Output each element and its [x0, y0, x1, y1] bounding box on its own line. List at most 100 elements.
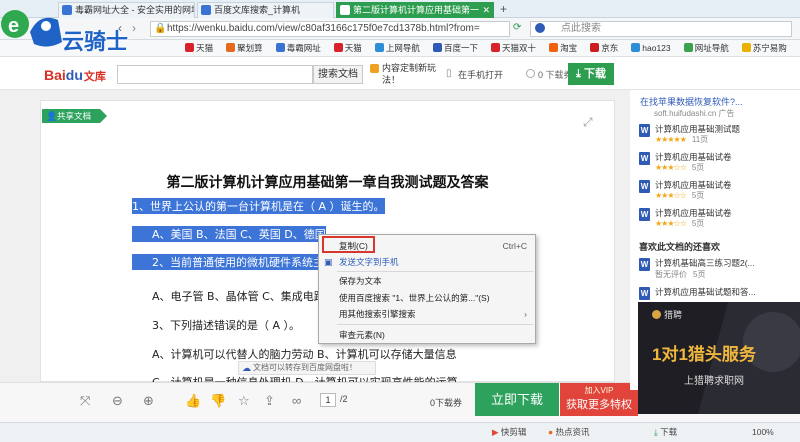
menu-item-inspect[interactable]: 审查元素(N) [319, 328, 535, 342]
doc-line[interactable]: 1、世界上公认的第一台计算机是在（ A ）诞生的。 [132, 198, 385, 214]
liked-doc-title[interactable]: 计算机基础高三练习题2(... [655, 257, 755, 269]
star-rating-icon: ★★★☆☆ [655, 191, 687, 200]
bookmark-item[interactable]: 京东 [590, 40, 618, 56]
duba-icon [275, 43, 285, 52]
share-icon[interactable]: ⇪ [264, 393, 275, 409]
url-text: https://wenku.baidu.com/view/c80af3166c1… [167, 23, 480, 34]
ad-headline: 1对1猎头服务 [652, 345, 756, 364]
doc-line[interactable]: C、计算机是一种信息处理机 D、计算机可以实现高性能的运算 [152, 374, 458, 382]
bookmark-label: 网址导航 [694, 43, 729, 53]
doc-line[interactable]: A、计算机可以代替人的脑力劳动 B、计算机可以存储大量信息 [152, 346, 457, 362]
zoom-out-icon[interactable]: ⊖ [112, 393, 123, 409]
open-in-phone-link[interactable]: ▯ 在手机打开 [446, 68, 503, 81]
bookmark-item[interactable]: 苏宁易购 [741, 40, 787, 56]
menu-separator [337, 271, 533, 272]
ad-url: soft.huifudashi.cn 广告 [654, 109, 735, 118]
paw-icon [201, 5, 211, 15]
doc-rating: ★★★☆☆ 5页 [655, 219, 705, 228]
link-icon[interactable]: ∞ [292, 393, 301, 408]
star-icon[interactable]: ☆ [238, 393, 250, 409]
tmall-icon [491, 43, 501, 52]
baidu-icon [432, 43, 442, 52]
share-tag: 👤 共享文档 [42, 109, 107, 123]
join-vip-button[interactable]: 加入VIP 获取更多特权 [560, 383, 638, 416]
bookmark-label: 毒霸网址 [286, 43, 321, 53]
zoom-level[interactable]: 100% [752, 423, 774, 442]
menu-item-save-text[interactable]: 保存为文本 [319, 274, 535, 288]
star-rating-icon: ★★★★★ [655, 135, 687, 144]
coupon-count: 0 下载券 [526, 68, 573, 81]
doc-rating: ★★★☆☆ 5页 [655, 163, 705, 172]
search-input[interactable]: 点此搜索 [530, 21, 792, 37]
hao123-icon [631, 43, 641, 52]
close-tab-icon[interactable]: ✕ [482, 3, 490, 17]
tmall-icon [333, 43, 343, 52]
reload-icon[interactable]: ⟳ [513, 22, 521, 33]
bookmark-item[interactable]: 聚划算 [226, 40, 263, 56]
doc-line[interactable]: 3、下列描述错误的是（ A ）。 [152, 317, 300, 333]
coupon-count: 0下载券 [430, 398, 463, 408]
liked-doc-title[interactable]: 计算机应用基础试题和答... [655, 286, 756, 298]
doc-line[interactable]: A、美国 B、法国 C、英国 D、德国 [132, 226, 326, 242]
menu-item-other-search[interactable]: 用其他搜索引擎搜索 › [319, 307, 535, 321]
download-now-button[interactable]: 立即下载 [475, 383, 559, 416]
bookmark-label: 天猫 [344, 43, 362, 53]
tab-document[interactable]: 第二版计算机计算应用基础第一 ✕ [336, 2, 494, 18]
tab-label: 第二版计算机计算应用基础第一 [353, 5, 480, 15]
doc-line[interactable]: A、电子管 B、晶体管 C、集成电路 D [152, 288, 337, 304]
new-tab-button[interactable]: + [500, 2, 507, 16]
word-doc-icon: W [639, 152, 650, 165]
yunqishi-logo: e 云骑士 [0, 2, 190, 58]
bookmark-label: 天猫 [196, 43, 214, 53]
liepin-ad[interactable]: 猎聘 1对1猎头服务 上猎聘求职网 [638, 302, 800, 414]
search-documents-button[interactable]: 搜索文档 [313, 65, 363, 84]
wenku-header: Baidu文库 搜索文档 内容定制新玩法！ ▯ 在手机打开 0 下载券 [0, 58, 800, 90]
bookmark-item[interactable]: hao123 [631, 40, 671, 56]
word-doc-icon: W [639, 258, 650, 271]
bookmark-label: hao123 [642, 43, 671, 53]
header-download-button[interactable]: ⤓ 下载 [568, 63, 614, 85]
status-item-kuaijianji[interactable]: ▶ 快剪辑 [492, 423, 526, 442]
wenku-search-input[interactable] [117, 65, 313, 84]
ad-brand: 猎聘 [652, 308, 682, 321]
star-rating-icon: ★★★☆☆ [655, 163, 687, 172]
fullscreen-icon[interactable]: ⤢ [583, 115, 593, 130]
bookmark-item[interactable]: 天猫 [333, 40, 362, 56]
thumbs-up-icon[interactable]: 👍 [185, 393, 201, 409]
promo-link[interactable]: 内容定制新玩法！ [370, 62, 440, 86]
doc-line[interactable]: 2、当前普通使用的微机硬件系统主要由 [132, 254, 346, 270]
ad-title[interactable]: 在找苹果数据恢复软件?... [640, 95, 743, 108]
menu-item-send-to-phone[interactable]: ▣ 发送文字到手机 [319, 255, 535, 269]
bookmark-item[interactable]: 百度一下 [432, 40, 478, 56]
bookmark-item[interactable]: 天猫双十 [491, 40, 536, 56]
search-placeholder: 点此搜索 [561, 23, 601, 34]
coupon-icon [526, 69, 535, 78]
taobao-icon [549, 43, 559, 52]
svg-text:e: e [8, 15, 19, 37]
copy-highlight-box [322, 236, 375, 253]
bookmark-label: 天猫双十 [502, 43, 537, 53]
bookmark-label: 京东 [601, 43, 619, 53]
fullscreen-icon[interactable]: ⤧ [80, 393, 90, 409]
page-number-input[interactable]: 1 [320, 393, 336, 407]
ad-subtitle: 上猎聘求职网 [684, 376, 744, 387]
status-item-download[interactable]: ⤓ 下载 [654, 423, 677, 442]
tab-wenku-search[interactable]: 百度文库搜索_计算机 [197, 2, 334, 18]
address-bar[interactable]: 🔒 https://wenku.baidu.com/view/c80af3166… [150, 21, 510, 37]
bookmark-item[interactable]: 网址导航 [683, 40, 729, 56]
bookmark-item[interactable]: 毒霸网址 [275, 40, 321, 56]
thumbs-down-icon[interactable]: 👎 [210, 393, 226, 409]
scrollbar[interactable] [621, 90, 629, 382]
status-item-news[interactable]: ● 热点资讯 [548, 423, 590, 442]
bookmark-item[interactable]: 上网导航 [374, 40, 420, 56]
netdisk-toast[interactable]: ☁ 文档可以转存到百度网盘啦！ [238, 361, 376, 375]
menu-item-baidu-search[interactable]: 使用百度搜索 "1、世界上公认的第..."(S) [319, 291, 535, 305]
bookmark-item[interactable]: 淘宝 [549, 40, 577, 56]
baidu-wenku-logo[interactable]: Baidu文库 [44, 67, 106, 84]
tab-label: 百度文库搜索_计算机 [214, 5, 301, 15]
juhuasuan-icon [226, 43, 236, 52]
zoom-in-icon[interactable]: ⊕ [143, 393, 154, 409]
cloud-icon: ☁ [242, 363, 251, 373]
liepin-logo-icon [652, 310, 661, 319]
suning-icon [741, 43, 751, 52]
